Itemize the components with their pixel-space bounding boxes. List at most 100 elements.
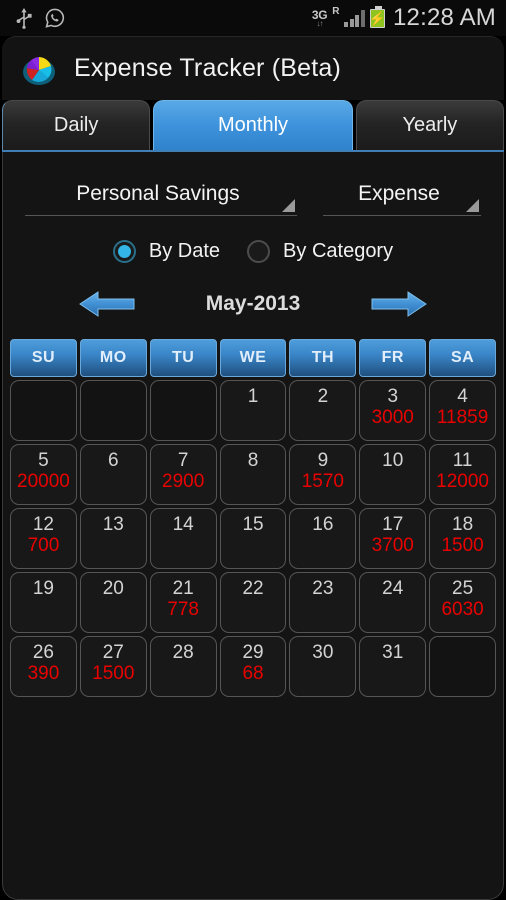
day-number: 13 (102, 514, 124, 535)
type-spinner[interactable]: Expense (322, 178, 481, 216)
calendar-week-row: 1 2 3 3000 4 11859 (10, 380, 497, 441)
calendar-empty-cell (79, 380, 147, 441)
calendar-day-cell[interactable]: 11 12000 (429, 444, 497, 505)
day-number: 3 (387, 386, 399, 407)
calendar-day-cell[interactable]: 6 (79, 444, 147, 505)
calendar-day-cell[interactable]: 27 1500 (79, 636, 147, 697)
calendar-day-cell[interactable]: 7 2900 (149, 444, 217, 505)
calendar-day-cell[interactable]: 31 (359, 636, 427, 697)
day-number: 28 (172, 642, 194, 663)
day-number: 22 (242, 578, 264, 599)
main-content: Personal Savings Expense By Date By Cate… (2, 152, 504, 900)
day-number: 21 (172, 578, 194, 599)
calendar-day-cell[interactable]: 2 (289, 380, 357, 441)
weekday-fr: FR (359, 339, 427, 377)
radio-by-date[interactable] (112, 240, 136, 263)
day-amount: 11859 (436, 407, 489, 429)
pie-chart-app-icon (18, 48, 60, 90)
day-amount: 12000 (436, 471, 489, 493)
calendar-week-row: 5 20000 6 7 2900 8 9 1570 10 11 12000 (10, 444, 497, 505)
calendar-day-cell[interactable]: 21 778 (149, 572, 217, 633)
day-number: 2 (317, 386, 329, 407)
account-spinner[interactable]: Personal Savings (25, 178, 297, 216)
day-amount: 778 (167, 599, 199, 621)
calendar-day-cell[interactable]: 10 (359, 444, 427, 505)
calendar-empty-cell (10, 380, 77, 441)
day-number: 20 (102, 578, 124, 599)
radio-by-category-label[interactable]: By Category (283, 240, 393, 263)
day-amount: 20000 (17, 471, 70, 493)
status-bar-left-icons (0, 7, 66, 29)
day-amount: 700 (27, 535, 60, 557)
calendar-week-row: 26 390 27 1500 28 29 68 30 31 (10, 636, 497, 697)
status-bar-right-icons: 3G ↓↑ R ⚡ 12:28 AM (312, 4, 506, 32)
day-amount: 3000 (371, 407, 414, 429)
day-number: 10 (382, 450, 404, 471)
day-amount: 1570 (301, 471, 344, 493)
status-bar-clock: 12:28 AM (392, 4, 496, 31)
calendar-day-cell[interactable]: 22 (219, 572, 287, 633)
calendar-day-cell[interactable]: 8 (219, 444, 287, 505)
day-amount: 2900 (162, 471, 205, 493)
calendar-day-cell[interactable]: 29 68 (219, 636, 287, 697)
day-number: 5 (38, 450, 49, 471)
tab-daily[interactable]: Daily (2, 100, 151, 150)
calendar-day-cell[interactable]: 26 390 (10, 636, 77, 697)
day-amount: 6030 (441, 599, 484, 621)
calendar-day-cell[interactable]: 19 (10, 572, 77, 633)
calendar-day-cell[interactable]: 12 700 (10, 508, 77, 569)
calendar-day-cell[interactable]: 16 (289, 508, 357, 569)
calendar-day-cell[interactable]: 25 6030 (429, 572, 497, 633)
day-number: 25 (452, 578, 474, 599)
day-amount: 390 (27, 663, 60, 685)
calendar-day-cell[interactable]: 14 (149, 508, 217, 569)
calendar-day-cell[interactable]: 17 3700 (359, 508, 427, 569)
bolt-glyph: ⚡ (369, 10, 386, 26)
calendar-day-cell[interactable]: 5 20000 (10, 444, 77, 505)
group-by-radio-group: By Date By Category (3, 240, 503, 263)
day-number: 12 (32, 514, 54, 535)
calendar-day-cell[interactable]: 13 (79, 508, 147, 569)
day-number: 19 (32, 578, 54, 599)
weekday-sa: SA (429, 339, 497, 377)
radio-by-category[interactable] (247, 240, 271, 263)
calendar-weeks: 1 2 3 3000 4 11859 5 20000 6 7 2900 8 9 1570 10 11 12000… (10, 380, 497, 697)
page-title: Expense Tracker (Beta) (74, 54, 342, 82)
day-number: 6 (108, 450, 119, 471)
calendar-empty-cell (429, 636, 497, 697)
calendar-day-cell[interactable]: 9 1570 (289, 444, 357, 505)
calendar-day-cell[interactable]: 15 (219, 508, 287, 569)
day-number: 30 (312, 642, 334, 663)
weekday-mo: MO (79, 339, 147, 377)
day-number: 11 (452, 450, 473, 471)
weekday-tu: TU (149, 339, 217, 377)
day-number: 18 (452, 514, 474, 535)
arrow-left-icon[interactable] (78, 289, 136, 319)
calendar-day-cell[interactable]: 3 3000 (359, 380, 427, 441)
tab-monthly[interactable]: Monthly (153, 100, 353, 150)
day-number: 27 (102, 642, 124, 663)
filter-spinner-row: Personal Savings Expense (3, 178, 503, 216)
calendar-day-cell[interactable]: 23 (289, 572, 357, 633)
arrow-right-icon[interactable] (370, 289, 428, 319)
status-bar: 3G ↓↑ R ⚡ 12:28 AM (0, 0, 506, 36)
calendar-day-cell[interactable]: 28 (149, 636, 217, 697)
signal-strength-icon (344, 9, 365, 27)
app-screen: 3G ↓↑ R ⚡ 12:28 AM Expense Tracker (Beta… (0, 0, 506, 900)
calendar-day-cell[interactable]: 1 (219, 380, 287, 441)
calendar-day-cell[interactable]: 18 1500 (429, 508, 497, 569)
day-number: 7 (177, 450, 189, 471)
day-amount: 1500 (441, 535, 484, 557)
weekday-header-row: SU MO TU WE TH FR SA (10, 339, 497, 377)
calendar-empty-cell (149, 380, 217, 441)
calendar-day-cell[interactable]: 30 (289, 636, 357, 697)
calendar-day-cell[interactable]: 20 (79, 572, 147, 633)
radio-by-date-label[interactable]: By Date (149, 240, 220, 263)
calendar-day-cell[interactable]: 24 (359, 572, 427, 633)
calendar-week-row: 12 700 13 14 15 16 17 3700 18 1500 (10, 508, 497, 569)
data-transfer-arrows-icon: ↓↑ (316, 18, 324, 28)
calendar-day-cell[interactable]: 4 11859 (429, 380, 497, 441)
app-title-bar: Expense Tracker (Beta) (2, 36, 504, 100)
day-number: 31 (382, 642, 404, 663)
tab-yearly[interactable]: Yearly (355, 100, 504, 150)
